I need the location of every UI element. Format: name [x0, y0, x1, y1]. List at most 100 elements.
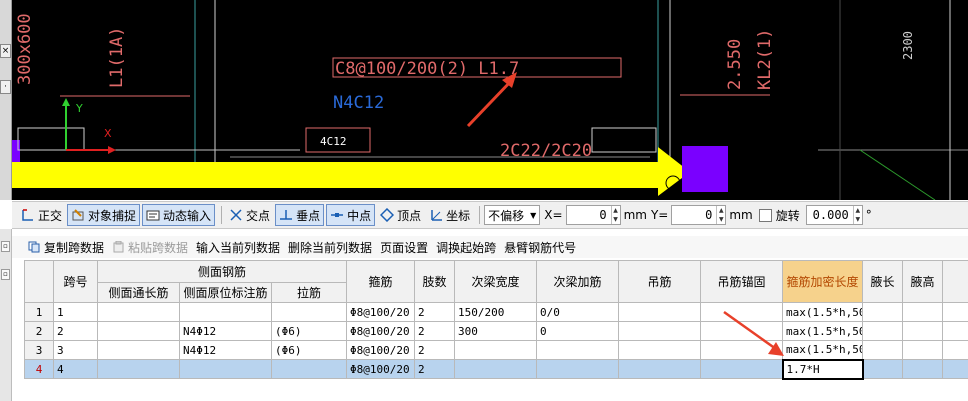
- secondary-width-cell[interactable]: [454, 340, 538, 360]
- beam-annotation-text[interactable]: C8@100/200(2) L1.7: [335, 59, 519, 79]
- side-original-header[interactable]: 侧面原位标注筋: [179, 282, 272, 303]
- cantilever-code-button[interactable]: 悬臂钢筋代号: [504, 239, 576, 256]
- tie-header[interactable]: 拉筋: [270, 282, 348, 303]
- span-header[interactable]: 跨号: [53, 260, 98, 303]
- side-through-cell[interactable]: [97, 359, 180, 379]
- dynamic-input-button[interactable]: 动态输入: [142, 204, 216, 226]
- object-snap-button[interactable]: 对象捕捉: [67, 204, 141, 226]
- input-column-button[interactable]: 输入当前列数据: [196, 239, 280, 256]
- legs-cell[interactable]: 2: [414, 302, 456, 322]
- secondary-width-header[interactable]: 次梁宽度: [454, 260, 538, 303]
- haunch-height-cell[interactable]: [902, 359, 944, 379]
- haunch-length-cell[interactable]: [862, 340, 904, 360]
- hanger-cell[interactable]: [618, 359, 702, 379]
- span-cell[interactable]: 1: [53, 302, 98, 322]
- panel-button[interactable]: ▫: [1, 269, 10, 280]
- delete-column-button[interactable]: 删除当前列数据: [288, 239, 372, 256]
- hanger-anchor-cell[interactable]: [700, 340, 784, 360]
- legs-cell[interactable]: 2: [414, 321, 456, 341]
- span-cell[interactable]: 2: [53, 321, 98, 341]
- tie-cell[interactable]: (Φ6): [270, 321, 348, 341]
- densify-length-cell[interactable]: max(1.5*h,50: [782, 340, 864, 360]
- extra-cell[interactable]: [942, 321, 968, 341]
- side-original-cell[interactable]: N4Φ12: [179, 340, 272, 360]
- strip-close-icon[interactable]: ×: [0, 44, 11, 58]
- densify-length-header[interactable]: 箍筋加密长度: [782, 260, 864, 303]
- legs-header[interactable]: 肢数: [414, 260, 456, 303]
- extra-header[interactable]: 截: [942, 260, 968, 303]
- bottom-rebar-text[interactable]: 2C22/2C20: [500, 141, 592, 161]
- legs-cell[interactable]: 2: [414, 359, 456, 379]
- secondary-rebar-cell[interactable]: [536, 340, 620, 360]
- secondary-rebar-cell[interactable]: [536, 359, 620, 379]
- stirrup-cell[interactable]: Φ8@100/20: [346, 359, 416, 379]
- page-setup-button[interactable]: 页面设置: [380, 239, 428, 256]
- row-number[interactable]: 4: [24, 359, 54, 379]
- y-coordinate-value[interactable]: 0: [672, 208, 716, 222]
- spin-arrows-icon[interactable]: ▲ ▼: [852, 206, 862, 224]
- y-coordinate-input[interactable]: 0 ▲ ▼: [671, 205, 727, 225]
- row-number[interactable]: 2: [24, 321, 54, 341]
- hanger-header[interactable]: 吊筋: [618, 260, 702, 303]
- x-coordinate-value[interactable]: 0: [567, 208, 611, 222]
- haunch-height-cell[interactable]: [902, 340, 944, 360]
- ortho-button[interactable]: 正交: [18, 204, 65, 226]
- secondary-width-cell[interactable]: 300: [454, 321, 538, 341]
- haunch-length-cell[interactable]: [862, 321, 904, 341]
- densify-length-cell[interactable]: max(1.5*h,50: [782, 302, 864, 322]
- spin-arrows-icon[interactable]: ▲ ▼: [610, 206, 620, 224]
- extra-cell[interactable]: [942, 359, 968, 379]
- stirrup-cell[interactable]: Φ8@100/20: [346, 302, 416, 322]
- densify-length-cell-active[interactable]: 1.7*H: [781, 358, 864, 380]
- haunch-height-cell[interactable]: [902, 321, 944, 341]
- coordinate-snap-button[interactable]: 坐标: [426, 204, 473, 226]
- table-row-selected[interactable]: 4 4 Φ8@100/20 2 1.7*H: [24, 358, 968, 380]
- rotate-checkbox[interactable]: [758, 208, 772, 222]
- table-row[interactable]: 3 3 N4Φ12 (Φ6) Φ8@100/20 2 max(1.5*h,50: [24, 340, 968, 360]
- haunch-length-cell[interactable]: [862, 359, 904, 379]
- panel-pin-icon[interactable]: ▫: [1, 241, 10, 252]
- haunch-length-header[interactable]: 腋长: [862, 260, 904, 303]
- legs-cell[interactable]: 2: [414, 340, 456, 360]
- strip-button[interactable]: ·: [0, 80, 11, 94]
- row-number[interactable]: 3: [24, 340, 54, 360]
- side-original-cell[interactable]: [179, 302, 272, 322]
- spin-arrows-icon[interactable]: ▲ ▼: [716, 206, 725, 224]
- highlighted-beam[interactable]: [12, 162, 668, 188]
- hanger-cell[interactable]: [618, 340, 702, 360]
- perpendicular-snap-button[interactable]: 垂点: [275, 204, 325, 226]
- tie-cell[interactable]: [270, 359, 348, 379]
- rotate-angle-input[interactable]: 0.000 ▲ ▼: [805, 205, 863, 225]
- side-through-cell[interactable]: [97, 302, 180, 322]
- tie-cell[interactable]: [270, 302, 348, 322]
- hanger-cell[interactable]: [618, 321, 702, 341]
- side-original-cell[interactable]: N4Φ12: [179, 321, 272, 341]
- densify-length-cell[interactable]: max(1.5*h,50: [782, 321, 864, 341]
- cad-drawing-canvas[interactable]: C8@100/200(2) L1.7 N4C12 4C12 2C22/2C20 …: [0, 0, 968, 200]
- stirrup-cell[interactable]: Φ8@100/20: [346, 321, 416, 341]
- rotate-angle-value[interactable]: 0.000: [807, 208, 853, 222]
- secondary-rebar-cell[interactable]: 0/0: [536, 302, 620, 322]
- offset-mode-select[interactable]: 不偏移 ▼: [484, 205, 541, 225]
- intersection-snap-button[interactable]: 交点: [226, 204, 273, 226]
- haunch-height-cell[interactable]: [902, 302, 944, 322]
- side-rebar-text[interactable]: N4C12: [333, 93, 384, 113]
- secondary-width-cell[interactable]: [454, 359, 538, 379]
- row-number[interactable]: 1: [24, 302, 54, 322]
- midpoint-snap-button[interactable]: 中点: [326, 204, 376, 226]
- side-through-cell[interactable]: [97, 321, 180, 341]
- table-row[interactable]: 2 2 N4Φ12 (Φ6) Φ8@100/20 2 300 0 max(1.5…: [24, 321, 968, 341]
- vertex-snap-button[interactable]: 顶点: [377, 204, 424, 226]
- stirrup-header[interactable]: 箍筋: [346, 260, 416, 303]
- table-row[interactable]: 1 1 Φ8@100/20 2 150/200 0/0 max(1.5*h,50: [24, 302, 968, 322]
- span-cell[interactable]: 3: [53, 340, 98, 360]
- hanger-anchor-header[interactable]: 吊筋锚固: [700, 260, 784, 303]
- secondary-rebar-header[interactable]: 次梁加筋: [536, 260, 620, 303]
- haunch-height-header[interactable]: 腋高: [902, 260, 944, 303]
- copy-span-button[interactable]: 复制跨数据: [28, 239, 104, 256]
- hanger-anchor-cell[interactable]: [700, 359, 784, 379]
- hanger-anchor-cell[interactable]: [700, 302, 784, 322]
- x-coordinate-input[interactable]: 0 ▲ ▼: [565, 205, 621, 225]
- extra-cell[interactable]: [942, 302, 968, 322]
- side-original-cell[interactable]: [179, 359, 272, 379]
